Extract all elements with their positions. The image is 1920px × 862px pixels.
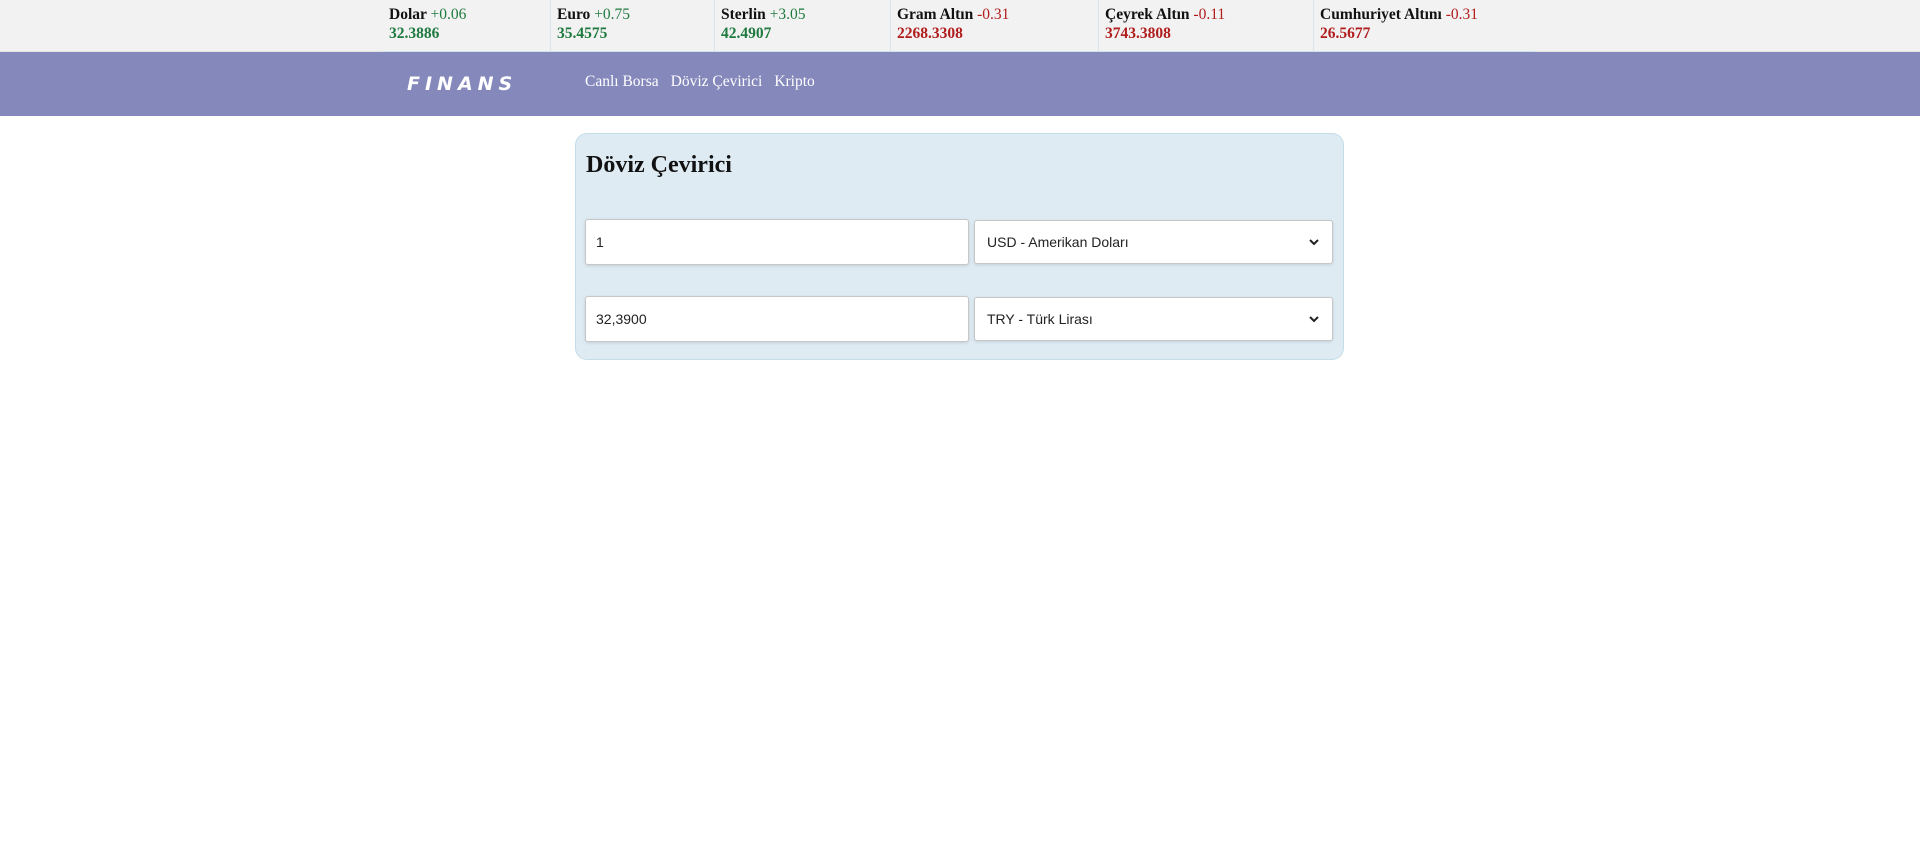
currency-ticker-bar: Dolar +0.06 32.3886 Euro +0.75 35.4575 S… [0,0,1920,52]
ticker-list: Dolar +0.06 32.3886 Euro +0.75 35.4575 S… [383,0,1535,52]
to-currency-value: TRY - Türk Lirası [987,311,1093,327]
nav-links: Canlı Borsa Döviz Çevirici Kripto [585,73,815,91]
ticker-item-sterlin: Sterlin +3.05 42.4907 [715,0,891,51]
ticker-value: 32.3886 [389,25,440,42]
from-amount-input[interactable] [585,219,969,265]
ticker-value: 42.4907 [721,25,772,42]
nav-link-kripto[interactable]: Kripto [774,73,814,91]
from-currency-value: USD - Amerikan Doları [987,234,1129,250]
ticker-change: +0.06 [430,6,467,23]
ticker-item-euro: Euro +0.75 35.4575 [551,0,715,51]
ticker-change: -0.11 [1193,6,1226,23]
ticker-item-dolar: Dolar +0.06 32.3886 [383,0,551,51]
ticker-value: 26.5677 [1320,25,1371,42]
ticker-name: Sterlin [721,6,766,23]
ticker-change: +3.05 [769,6,806,23]
ticker-value: 3743.3808 [1105,25,1171,42]
ticker-name: Euro [557,6,591,23]
finans-logo[interactable]: FINANS [407,73,553,95]
ticker-name: Dolar [389,6,427,23]
ticker-item-gram-altin: Gram Altın -0.31 2268.3308 [891,0,1099,51]
ticker-name: Cumhuriyet Altını [1320,6,1442,23]
ticker-item-cumhuriyet-altini: Cumhuriyet Altını -0.31 26.5677 [1314,0,1535,51]
ticker-value: 35.4575 [557,25,608,42]
page-title: Döviz Çevirici [586,152,732,178]
ticker-change: +0.75 [594,6,631,23]
chevron-down-icon [1309,316,1319,323]
nav-link-canli-borsa[interactable]: Canlı Borsa [585,73,659,91]
ticker-value: 2268.3308 [897,25,963,42]
to-currency-select[interactable]: TRY - Türk Lirası [974,297,1333,341]
ticker-name: Gram Altın [897,6,974,23]
nav-link-doviz-cevirici[interactable]: Döviz Çevirici [671,73,763,91]
ticker-name: Çeyrek Altın [1105,6,1190,23]
ticker-change: -0.31 [977,6,1010,23]
to-amount-input[interactable] [585,296,969,342]
from-currency-select[interactable]: USD - Amerikan Doları [974,220,1333,264]
ticker-change: -0.31 [1445,6,1479,23]
currency-converter-card: Döviz Çevirici USD - Amerikan Doları TRY… [575,133,1344,360]
ticker-item-ceyrek-altin: Çeyrek Altın -0.11 3743.3808 [1099,0,1314,51]
chevron-down-icon [1309,239,1319,246]
logo-text: FINANS [407,73,517,95]
main-navbar: FINANS Canlı Borsa Döviz Çevirici Kripto [0,52,1920,116]
